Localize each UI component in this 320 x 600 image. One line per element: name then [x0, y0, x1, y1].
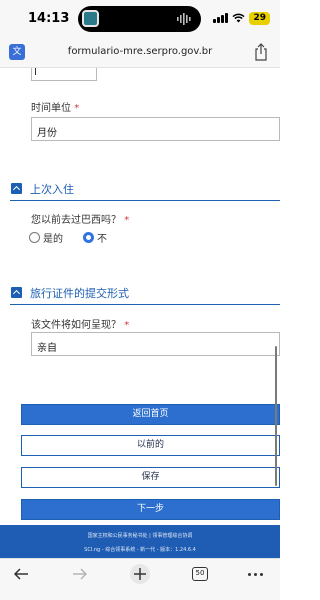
- time-unit-value: 月份: [37, 128, 57, 139]
- submission-method-value: 亲自: [37, 343, 57, 354]
- back-arrow-icon[interactable]: [13, 567, 29, 581]
- section-previous-entry[interactable]: 上次入住: [10, 181, 280, 201]
- next-button[interactable]: 下一步: [21, 499, 280, 520]
- status-indicators: 29: [213, 11, 270, 25]
- radio-no-label[interactable]: 不: [97, 230, 107, 245]
- forward-button[interactable]: [65, 563, 95, 585]
- submission-method-select[interactable]: 亲自: [31, 332, 280, 356]
- collapse-chevron-icon[interactable]: [11, 287, 22, 298]
- section-title: 旅行证件的提交形式: [30, 287, 129, 300]
- signal-icon: [213, 13, 229, 23]
- radio-yes-label[interactable]: 是的: [43, 230, 63, 245]
- time-unit-label: 时间单位 *: [31, 103, 80, 114]
- time-unit-select[interactable]: 月份: [31, 117, 280, 141]
- duration-input[interactable]: [31, 68, 97, 81]
- new-tab-button[interactable]: [125, 563, 155, 585]
- form-content: 时间单位 * 月份 上次入住 您以前去过巴西吗？ * 是的 不 旅行证件的提交形…: [0, 68, 280, 525]
- more-dots-icon[interactable]: [247, 572, 263, 576]
- visited-brazil-radio-group: 是的 不: [29, 230, 107, 245]
- scrollbar[interactable]: [275, 346, 277, 486]
- address-bar[interactable]: 文 formulario-mre.serpro.gov.br: [0, 36, 280, 68]
- section-document-submission[interactable]: 旅行证件的提交形式: [10, 285, 280, 305]
- share-icon[interactable]: [254, 43, 268, 61]
- submission-method-label: 该文件将如何呈现？ *: [31, 320, 130, 331]
- more-button[interactable]: [240, 563, 270, 585]
- status-time: 14:13: [28, 11, 70, 26]
- tabs-button[interactable]: 50: [185, 563, 215, 585]
- previous-button[interactable]: 以前的: [21, 435, 280, 456]
- browser-toolbar: 50: [0, 558, 280, 600]
- footer-line-2: SCI.ng - 综合领事系统 - 新一代 - 版本：1.24.6.4: [84, 547, 196, 553]
- dynamic-island: [78, 6, 201, 32]
- audio-wave-icon: [177, 13, 191, 25]
- url-text[interactable]: formulario-mre.serpro.gov.br: [0, 46, 280, 57]
- plus-icon[interactable]: [129, 563, 151, 585]
- forward-arrow-icon[interactable]: [72, 567, 88, 581]
- radio-no[interactable]: [83, 231, 94, 243]
- tab-count[interactable]: 50: [192, 567, 208, 581]
- home-button[interactable]: 返回首页: [21, 404, 280, 425]
- section-title: 上次入住: [30, 183, 74, 196]
- back-button[interactable]: [6, 563, 36, 585]
- radio-yes[interactable]: [29, 231, 40, 243]
- collapse-chevron-icon[interactable]: [11, 183, 22, 194]
- site-footer: 国家主权和公民事务秘书处 | 领事管理综合协调 SCI.ng - 综合领事系统 …: [0, 525, 280, 558]
- footer-line-1: 国家主权和公民事务秘书处 | 领事管理综合协调: [87, 533, 193, 539]
- visited-brazil-label: 您以前去过巴西吗？ *: [31, 215, 130, 226]
- app-thumbnail-icon: [82, 10, 99, 27]
- battery-icon: 29: [249, 11, 270, 25]
- status-bar: 14:13 29: [0, 0, 280, 36]
- save-button[interactable]: 保存: [21, 467, 280, 488]
- wifi-icon: [232, 13, 245, 23]
